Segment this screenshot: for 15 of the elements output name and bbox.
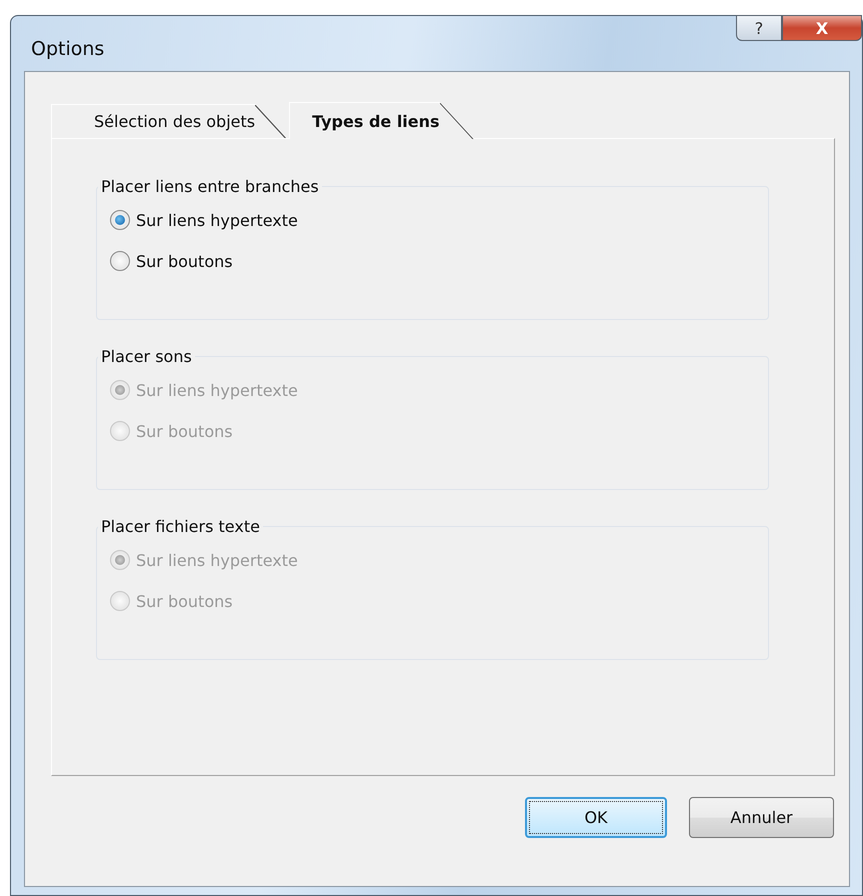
group-title: Placer liens entre branches [100, 177, 320, 196]
help-button[interactable]: ? [736, 15, 782, 41]
group-title: Placer sons [100, 347, 193, 366]
radio-icon[interactable] [110, 210, 130, 230]
radio-icon[interactable] [110, 251, 130, 271]
window-title: Options [31, 38, 104, 60]
close-button[interactable]: X [782, 15, 862, 41]
tab[interactable]: Types de liens [289, 102, 474, 139]
tab[interactable]: Sélection des objets [51, 104, 290, 138]
group-title: Placer fichiers texte [100, 517, 261, 536]
cancel-button[interactable]: Annuler [689, 797, 834, 838]
tab-edge-line [440, 103, 474, 140]
radio-option[interactable]: Sur boutons [110, 251, 768, 271]
ok-button[interactable]: OK [525, 797, 667, 838]
radio-option[interactable]: Sur liens hypertexte [110, 210, 768, 230]
